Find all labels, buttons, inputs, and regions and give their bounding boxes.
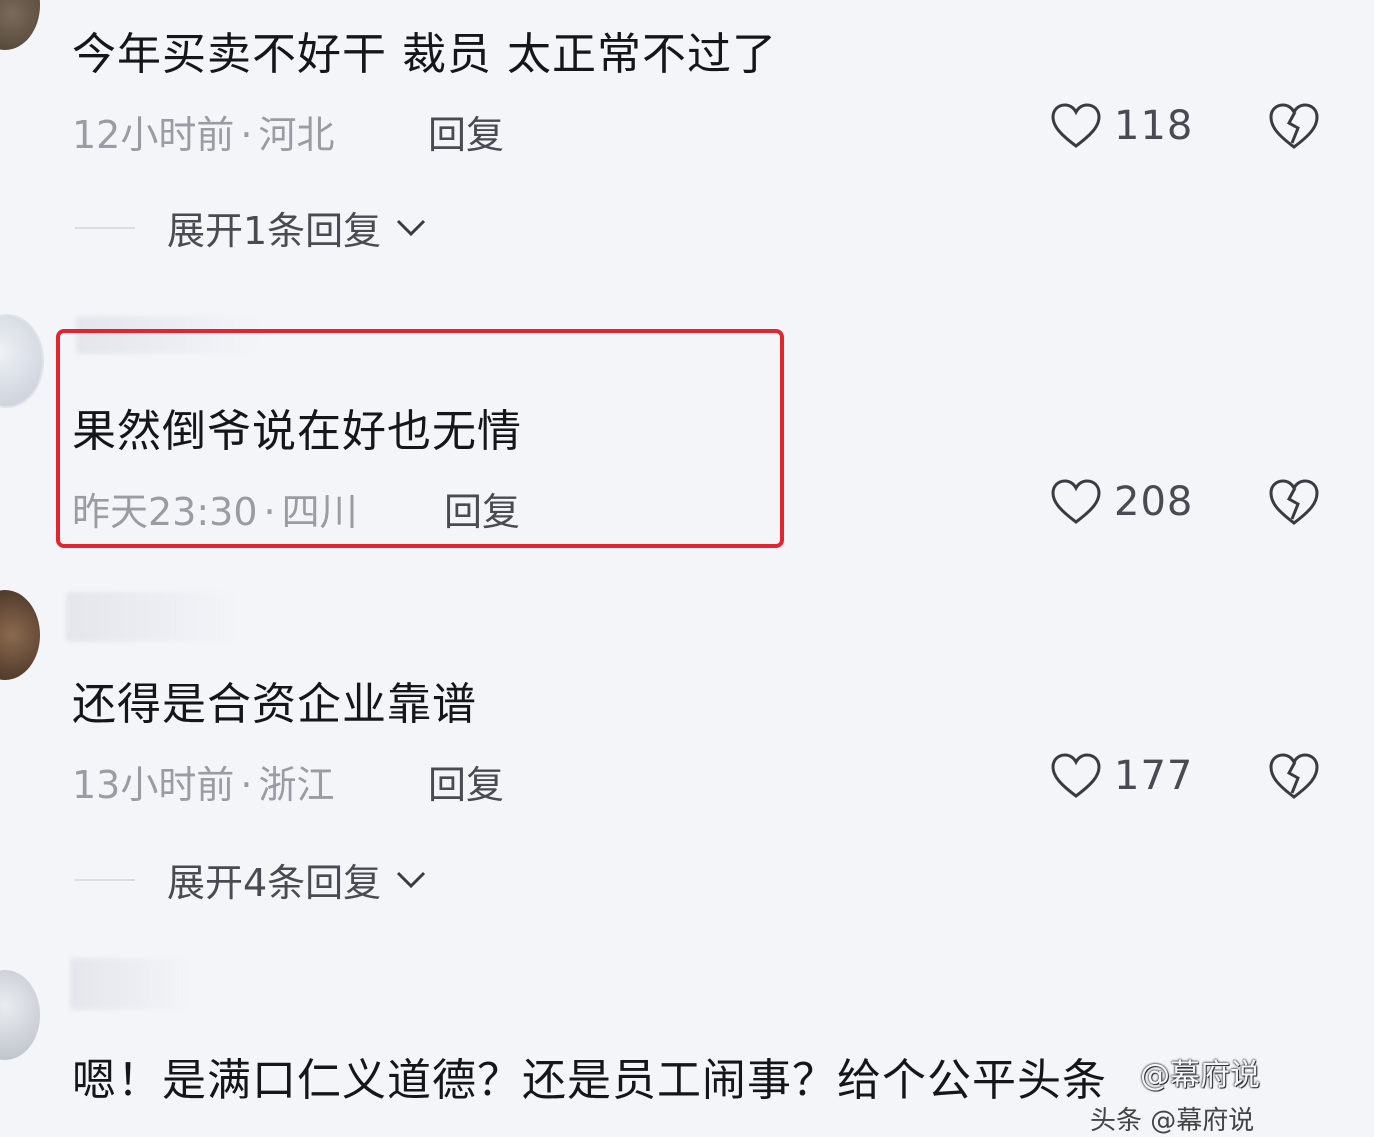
like-button[interactable]: 177 — [1050, 750, 1193, 802]
comment-text: 嗯！是满口仁义道德？还是员工闹事？给个公平头条 — [72, 1055, 1107, 1106]
like-count: 177 — [1114, 753, 1194, 799]
like-button[interactable]: 118 — [1050, 100, 1193, 152]
like-count: 208 — [1114, 479, 1194, 525]
avatar[interactable] — [0, 0, 40, 50]
heart-icon — [1051, 103, 1101, 148]
comment-text: 还得是合资企业靠谱 — [72, 679, 477, 730]
broken-heart-icon[interactable] — [1268, 101, 1320, 151]
expand-replies-label: 展开1条回复 — [167, 209, 382, 253]
comment-item: 今年买卖不好干 裁员 太正常不过了 12小时前 · 河北 回复 118 展开1条回复 — [0, 0, 1374, 300]
username-redacted — [66, 592, 236, 642]
comment-time: 13小时前 — [72, 763, 235, 807]
heart-icon — [1051, 753, 1101, 798]
reply-button[interactable]: 回复 — [428, 754, 504, 809]
comment-location: 浙江 — [258, 763, 335, 807]
divider-line — [75, 878, 135, 881]
comment-meta: 12小时前 · 河北 — [72, 104, 334, 159]
broken-heart-icon[interactable] — [1268, 477, 1320, 527]
highlight-box — [56, 329, 784, 548]
watermark: @幕府说 — [1140, 1058, 1260, 1093]
comment-item: 还得是合资企业靠谱 13小时前 · 浙江 回复 177 展开4条回复 — [0, 580, 1374, 940]
divider-line — [75, 226, 135, 229]
avatar[interactable] — [0, 314, 44, 408]
expand-replies[interactable]: 展开4条回复 — [75, 852, 427, 907]
comment-time: 12小时前 — [72, 113, 235, 157]
comment-location: 河北 — [258, 113, 335, 157]
expand-replies-label: 展开4条回复 — [167, 861, 382, 905]
avatar[interactable] — [0, 590, 40, 680]
broken-heart-icon[interactable] — [1268, 751, 1320, 801]
like-button[interactable]: 208 — [1050, 476, 1193, 528]
meta-separator: · — [240, 763, 253, 807]
watermark-bottom: 头条 @幕府说 — [1090, 1106, 1255, 1136]
avatar[interactable] — [0, 970, 40, 1060]
chevron-down-icon — [397, 219, 426, 236]
comment-text: 今年买卖不好干 裁员 太正常不过了 — [72, 29, 777, 80]
username-redacted — [70, 958, 190, 1010]
meta-separator: · — [240, 113, 253, 157]
reply-button[interactable]: 回复 — [428, 104, 504, 159]
expand-replies[interactable]: 展开1条回复 — [75, 200, 427, 255]
chevron-down-icon — [397, 871, 426, 888]
like-count: 118 — [1114, 103, 1194, 149]
comment-meta: 13小时前 · 浙江 — [72, 754, 334, 809]
heart-icon — [1051, 479, 1101, 524]
